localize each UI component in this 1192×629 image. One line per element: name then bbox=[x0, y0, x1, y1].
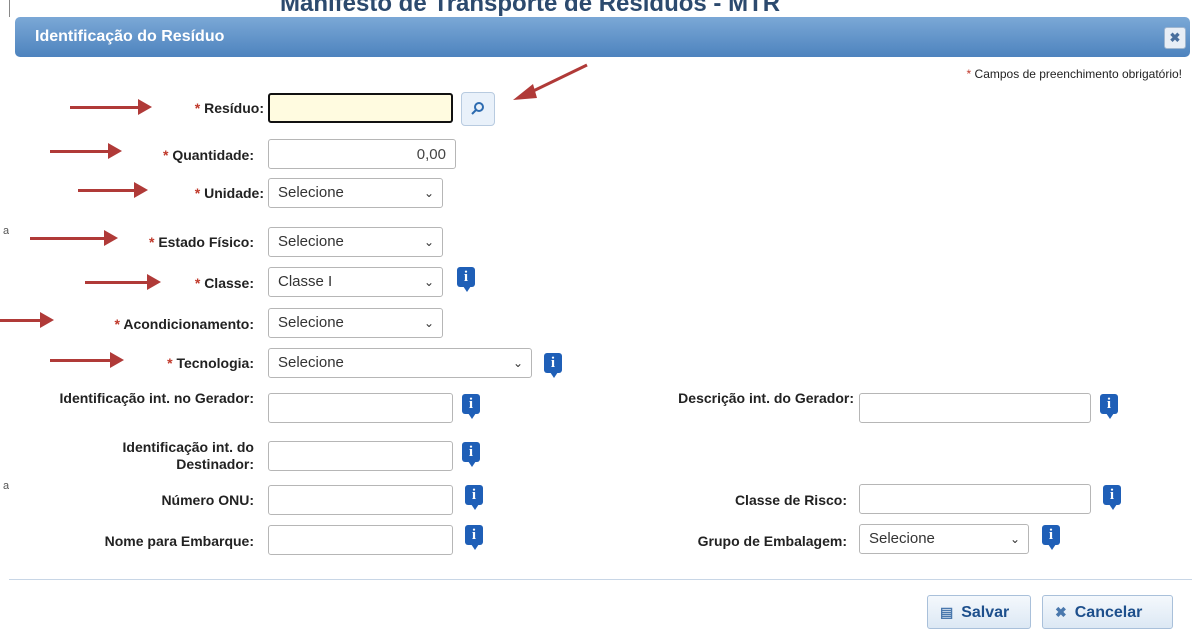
ident-gerador-label: Identificação int. no Gerador: bbox=[59, 390, 254, 406]
residue-identification-dialog: Identificação do Resíduo ✖ * Campos de p… bbox=[9, 17, 1192, 629]
dialog-title: Identificação do Resíduo bbox=[35, 28, 225, 45]
info-icon[interactable]: i bbox=[457, 267, 475, 292]
residuo-input[interactable] bbox=[268, 93, 453, 123]
annotation-arrow bbox=[85, 274, 161, 290]
cancel-button[interactable]: ✖ Cancelar bbox=[1042, 595, 1173, 629]
ident-destinador-label: Identificação int. do Destinador: bbox=[122, 439, 254, 472]
tecnologia-select[interactable]: Selecione ⌄ bbox=[268, 348, 532, 378]
search-button[interactable] bbox=[461, 92, 495, 126]
classe-risco-input[interactable] bbox=[859, 484, 1091, 514]
chevron-down-icon: ⌄ bbox=[423, 235, 434, 249]
numero-onu-label: Número ONU: bbox=[161, 492, 254, 508]
quantidade-label: * Quantidade: bbox=[162, 147, 254, 163]
classe-risco-label: Classe de Risco: bbox=[734, 492, 847, 508]
annotation-arrow bbox=[78, 182, 148, 198]
info-icon[interactable]: i bbox=[1100, 394, 1118, 419]
chevron-down-icon: ⌄ bbox=[512, 356, 523, 370]
classe-select[interactable]: Classe I ⌄ bbox=[268, 267, 443, 297]
descricao-gerador-label: Descrição int. do Gerador: bbox=[678, 390, 854, 406]
save-icon: ▤ bbox=[940, 604, 954, 620]
info-icon[interactable]: i bbox=[462, 394, 480, 419]
annotation-arrow bbox=[30, 230, 118, 246]
info-icon[interactable]: i bbox=[465, 525, 483, 550]
acondicionamento-label: * Acondicionamento: bbox=[114, 316, 255, 332]
ident-gerador-input[interactable] bbox=[268, 393, 453, 423]
chevron-down-icon: ⌄ bbox=[423, 316, 434, 330]
dialog-titlebar: Identificação do Resíduo ✖ bbox=[15, 17, 1190, 57]
descricao-gerador-input[interactable] bbox=[859, 393, 1091, 423]
dialog-footer-divider bbox=[9, 579, 1192, 580]
annotation-arrow bbox=[70, 99, 152, 115]
info-icon[interactable]: i bbox=[1042, 525, 1060, 550]
grupo-embalagem-select[interactable]: Selecione ⌄ bbox=[859, 524, 1029, 554]
unidade-select[interactable]: Selecione ⌄ bbox=[268, 178, 443, 208]
chevron-down-icon: ⌄ bbox=[1009, 532, 1020, 546]
acondicionamento-select[interactable]: Selecione ⌄ bbox=[268, 308, 443, 338]
numero-onu-input[interactable] bbox=[268, 485, 453, 515]
cancel-icon: ✖ bbox=[1055, 604, 1067, 620]
tecnologia-label: * Tecnologia: bbox=[167, 355, 254, 371]
save-button[interactable]: ▤ Salvar bbox=[927, 595, 1031, 629]
info-icon[interactable]: i bbox=[544, 353, 562, 378]
close-icon[interactable]: ✖ bbox=[1164, 27, 1186, 49]
search-icon bbox=[471, 102, 484, 115]
unidade-label: * Unidade: bbox=[194, 185, 264, 201]
estado-fisico-label: * Estado Físico: bbox=[148, 234, 254, 250]
info-icon[interactable]: i bbox=[465, 485, 483, 510]
quantidade-input[interactable] bbox=[268, 139, 456, 169]
grupo-embalagem-label: Grupo de Embalagem: bbox=[697, 533, 847, 549]
annotation-arrow bbox=[50, 143, 122, 159]
required-fields-note: * Campos de preenchimento obrigatório! bbox=[966, 67, 1182, 81]
nome-embarque-input[interactable] bbox=[268, 525, 453, 555]
annotation-arrow bbox=[513, 63, 588, 100]
estado-fisico-select[interactable]: Selecione ⌄ bbox=[268, 227, 443, 257]
annotation-arrow bbox=[0, 312, 54, 328]
info-icon[interactable]: i bbox=[1103, 485, 1121, 510]
info-icon[interactable]: i bbox=[462, 442, 480, 467]
chevron-down-icon: ⌄ bbox=[423, 275, 434, 289]
ident-destinador-input[interactable] bbox=[268, 441, 453, 471]
annotation-arrow bbox=[50, 352, 124, 368]
chevron-down-icon: ⌄ bbox=[423, 186, 434, 200]
nome-embarque-label: Nome para Embarque: bbox=[104, 533, 254, 549]
background-page-title: Manifesto de Transporte de Resíduos - MT… bbox=[280, 0, 781, 17]
